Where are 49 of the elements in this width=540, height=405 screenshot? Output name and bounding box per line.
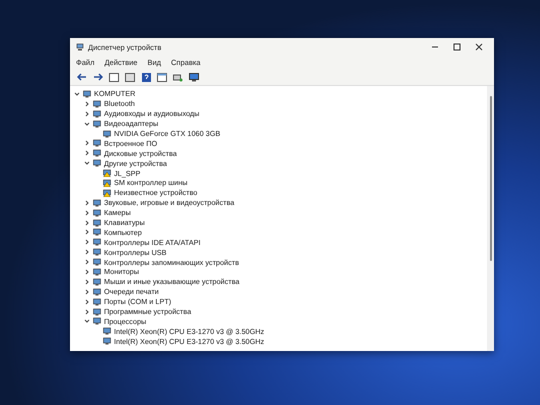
computer-icon xyxy=(76,43,84,51)
device-icon xyxy=(93,198,101,207)
device-icon xyxy=(93,149,101,158)
expand-chevron-icon[interactable] xyxy=(84,229,90,236)
device-icon xyxy=(103,130,111,138)
back-arrow-icon[interactable] xyxy=(76,72,88,82)
device-icon xyxy=(93,139,101,148)
scrollbar[interactable] xyxy=(487,86,494,351)
device-icon xyxy=(93,298,101,306)
expand-chevron-icon[interactable] xyxy=(84,278,90,285)
device-icon xyxy=(93,288,101,296)
collapse-chevron-icon[interactable] xyxy=(74,90,80,97)
expand-chevron-icon[interactable] xyxy=(84,220,90,226)
collapse-chevron-icon[interactable] xyxy=(84,120,90,127)
device-icon xyxy=(93,278,101,286)
device-icon xyxy=(103,327,111,336)
scan-hardware-icon[interactable] xyxy=(172,72,184,82)
device-icon xyxy=(93,159,101,168)
properties-icon[interactable] xyxy=(108,72,120,82)
device-icon xyxy=(103,337,111,346)
expand-chevron-icon[interactable] xyxy=(84,268,90,275)
monitor-icon[interactable] xyxy=(188,72,200,82)
expand-chevron-icon[interactable] xyxy=(84,288,90,295)
device-icon xyxy=(93,248,101,256)
help-icon[interactable] xyxy=(140,72,152,82)
expand-chevron-icon[interactable] xyxy=(84,100,90,107)
close-icon xyxy=(475,43,483,51)
device-icon xyxy=(83,90,91,98)
collapse-chevron-icon[interactable] xyxy=(84,318,90,324)
expand-chevron-icon[interactable] xyxy=(84,298,90,305)
maximize-icon xyxy=(453,43,461,51)
collapse-chevron-icon[interactable] xyxy=(84,160,90,166)
expand-chevron-icon[interactable] xyxy=(84,308,90,315)
expand-chevron-icon[interactable] xyxy=(84,200,90,206)
device-icon xyxy=(93,110,101,118)
device-icon xyxy=(93,100,101,108)
device-icon xyxy=(93,208,101,217)
expand-chevron-icon[interactable] xyxy=(84,259,90,266)
device-icon xyxy=(93,238,101,246)
expand-chevron-icon[interactable] xyxy=(84,210,90,216)
expand-chevron-icon[interactable] xyxy=(84,239,90,246)
expand-chevron-icon[interactable] xyxy=(84,140,90,146)
device-icon xyxy=(93,120,101,128)
window-icon[interactable] xyxy=(156,72,168,82)
expand-chevron-icon[interactable] xyxy=(84,249,90,256)
expand-chevron-icon[interactable] xyxy=(84,150,90,156)
expand-chevron-icon[interactable] xyxy=(84,110,90,117)
forward-arrow-icon[interactable] xyxy=(92,72,104,82)
panel-icon[interactable] xyxy=(124,72,136,82)
